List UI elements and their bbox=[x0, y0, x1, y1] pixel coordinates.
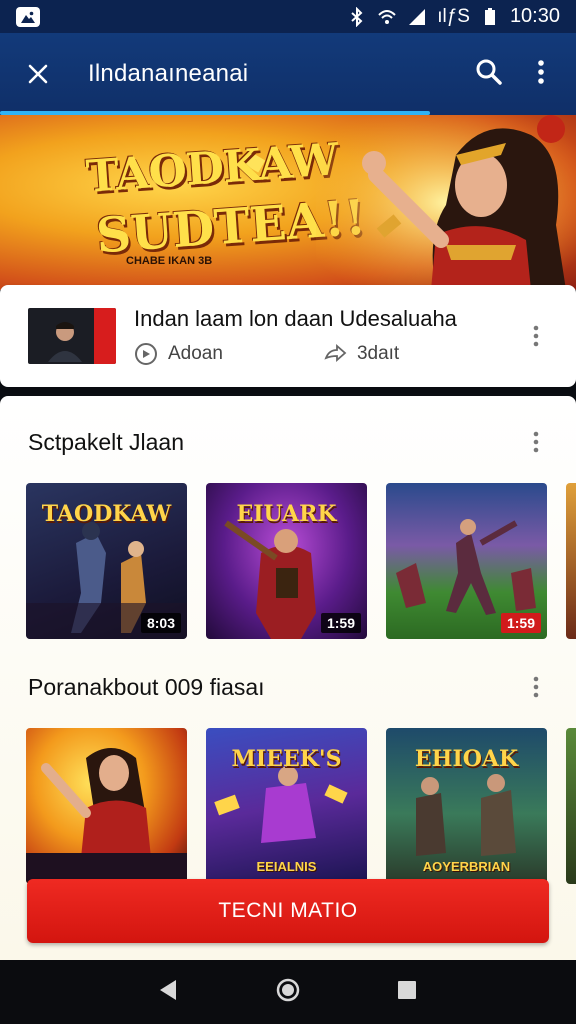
channel-more-button[interactable] bbox=[524, 322, 548, 350]
hero-banner[interactable]: TAODKAW SUDTEA!! CHABE IKAN 3B bbox=[0, 115, 576, 290]
back-triangle-icon bbox=[160, 979, 177, 1000]
channel-thumbnail bbox=[28, 308, 116, 364]
tile-logo: MIEEK'S bbox=[231, 746, 342, 772]
video-tile-peek[interactable] bbox=[566, 728, 576, 884]
close-button[interactable] bbox=[20, 56, 56, 92]
search-button[interactable] bbox=[474, 57, 504, 92]
more-vert-icon bbox=[533, 676, 539, 698]
video-row: TAODKAW 8:03 EIUARK 1:59 1:59 bbox=[26, 483, 576, 639]
channel-meta-right: 3daıt bbox=[356, 343, 400, 364]
video-row: MIEEK'S EEIALNIS EHIOAK AOYERBRIAN bbox=[26, 728, 576, 884]
bluetooth-icon bbox=[351, 6, 363, 27]
banner-heroine-illustration bbox=[316, 115, 576, 290]
section-more-button[interactable] bbox=[524, 428, 548, 456]
duration-badge: 8:03 bbox=[140, 613, 181, 633]
system-nav-bar bbox=[0, 960, 576, 1024]
clock: 10:30 bbox=[509, 5, 560, 27]
section-header: Poranakbout 009 fiasaı bbox=[28, 673, 548, 701]
more-options-button[interactable] bbox=[526, 57, 556, 92]
content-area: Sctpakelt Jlaan TAODKAW 8:03 EIUARK 1:59… bbox=[0, 396, 576, 960]
tile-logo: TAODKAW bbox=[41, 501, 172, 527]
video-tile[interactable]: TAODKAW 8:03 bbox=[26, 483, 187, 639]
nav-back-button[interactable] bbox=[156, 977, 182, 1008]
video-tile[interactable]: MIEEK'S EEIALNIS bbox=[206, 728, 367, 884]
duration-badge: 1:59 bbox=[320, 613, 361, 633]
tile-logo: EHIOAK bbox=[414, 746, 519, 772]
wifi-icon bbox=[378, 9, 396, 24]
battery-icon bbox=[484, 7, 495, 25]
channel-card[interactable]: Indan laam lon daan Udesaluaha Adoan 3da… bbox=[0, 285, 576, 387]
tile-subtitle: AOYERBRIAN bbox=[422, 859, 511, 874]
video-tile[interactable] bbox=[26, 728, 187, 884]
video-tile[interactable]: 1:59 bbox=[386, 483, 547, 639]
recents-square-icon bbox=[397, 980, 416, 999]
gallery-notification-icon bbox=[16, 6, 40, 27]
channel-meta-left: Adoan bbox=[168, 343, 223, 364]
duration-badge: 1:59 bbox=[500, 613, 541, 633]
primary-cta-button[interactable]: TECNI MATIO bbox=[27, 879, 549, 943]
more-vert-icon bbox=[538, 59, 544, 84]
video-tile[interactable]: EHIOAK AOYERBRIAN bbox=[386, 728, 547, 884]
channel-title: Indan laam lon daan Udesaluaha bbox=[134, 306, 457, 331]
video-tile[interactable]: EIUARK 1:59 bbox=[206, 483, 367, 639]
video-tile-peek[interactable] bbox=[566, 483, 576, 639]
network-label: ılƒS bbox=[437, 5, 470, 27]
live-tag bbox=[94, 308, 116, 364]
app-bar: Ilndanaıneanai bbox=[0, 33, 576, 115]
play-circle-icon bbox=[135, 343, 157, 365]
more-vert-icon bbox=[533, 325, 539, 347]
status-icons: ılƒS 10:30 bbox=[347, 5, 560, 28]
signal-icon bbox=[409, 8, 426, 25]
app-title: Ilndanaıneanai bbox=[88, 60, 249, 87]
banner-logo-subtitle: CHABE IKAN 3B bbox=[126, 255, 213, 267]
section-title: Sctpakelt Jlaan bbox=[28, 428, 184, 455]
section-header: Sctpakelt Jlaan bbox=[28, 428, 548, 456]
search-icon bbox=[476, 59, 502, 85]
nav-recents-button[interactable] bbox=[394, 977, 420, 1008]
nav-home-button[interactable] bbox=[275, 977, 301, 1008]
home-circle-icon bbox=[276, 978, 300, 1001]
tile-scene bbox=[26, 748, 187, 884]
tile-subtitle: EEIALNIS bbox=[256, 859, 317, 874]
tile-logo: EIUARK bbox=[236, 501, 337, 527]
share-icon bbox=[324, 344, 347, 362]
section-title: Poranakbout 009 fiasaı bbox=[28, 673, 265, 700]
more-vert-icon bbox=[533, 431, 539, 453]
close-icon bbox=[28, 64, 48, 84]
section-more-button[interactable] bbox=[524, 673, 548, 701]
status-bar: ılƒS 10:30 bbox=[0, 0, 576, 33]
